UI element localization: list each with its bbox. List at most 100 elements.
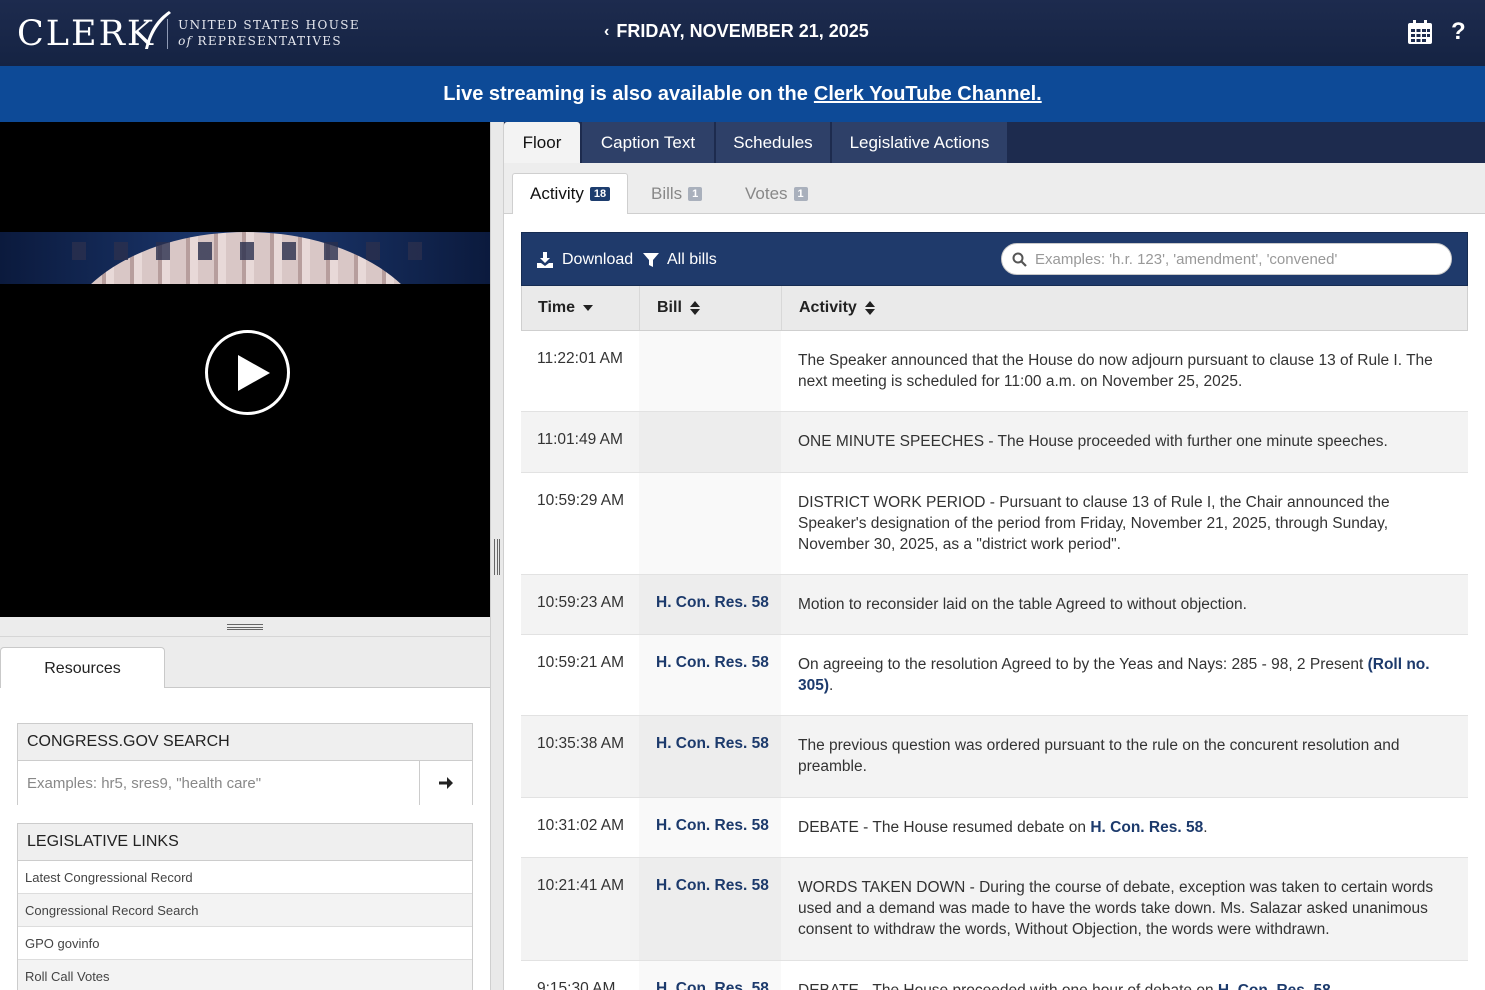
row-time: 11:22:01 AM bbox=[537, 350, 623, 367]
table-header: Time Bill Activity bbox=[521, 286, 1468, 331]
row-bill-link[interactable]: H. Con. Res. 58 bbox=[656, 735, 769, 753]
top-header: CLERK UNITED STATES HOUSE of REPRESENTAT… bbox=[0, 0, 1485, 66]
tab-legislative-actions[interactable]: Legislative Actions bbox=[832, 122, 1007, 163]
row-activity: On agreeing to the resolution Agreed to … bbox=[798, 635, 1468, 715]
calendar-icon[interactable] bbox=[1407, 19, 1433, 45]
sort-desc-icon bbox=[583, 305, 594, 311]
tab-resources[interactable]: Resources bbox=[0, 647, 165, 689]
row-time: 9:15:30 AM bbox=[537, 980, 616, 990]
logo-subtitle: UNITED STATES HOUSE of REPRESENTATIVES bbox=[178, 18, 360, 49]
link-roll-call-votes[interactable]: Roll Call Votes bbox=[18, 960, 472, 990]
subtab-bills-label: Bills bbox=[651, 183, 683, 203]
legislative-links-list: Latest Congressional Record Congressiona… bbox=[18, 861, 472, 990]
congress-search-input[interactable] bbox=[18, 761, 420, 805]
table-row[interactable]: 9:15:30 AM H. Con. Res. 58 DEBATE - The … bbox=[521, 961, 1468, 990]
tab-floor[interactable]: Floor bbox=[504, 122, 580, 163]
row-activity: Motion to reconsider laid on the table A… bbox=[798, 596, 1247, 613]
play-icon bbox=[238, 355, 270, 391]
bill-cell bbox=[639, 412, 781, 472]
clerk-logo[interactable]: CLERK UNITED STATES HOUSE of REPRESENTAT… bbox=[17, 11, 360, 56]
row-activity-text: DEBATE - The House proceeded with one ho… bbox=[798, 982, 1218, 990]
row-activity: The previous question was ordered pursua… bbox=[798, 737, 1400, 775]
arrow-right-icon bbox=[439, 777, 453, 789]
video-player[interactable] bbox=[0, 122, 490, 617]
table-row[interactable]: 10:59:23 AM H. Con. Res. 58 Motion to re… bbox=[521, 575, 1468, 635]
subtab-activity[interactable]: Activity 18 bbox=[512, 173, 629, 214]
row-bill-link[interactable]: H. Con. Res. 58 bbox=[656, 817, 769, 835]
table-row[interactable]: 10:59:29 AM DISTRICT WORK PERIOD - Pursu… bbox=[521, 473, 1468, 575]
row-time: 10:21:41 AM bbox=[537, 877, 625, 894]
table-row[interactable]: 10:59:21 AM H. Con. Res. 58 On agreeing … bbox=[521, 635, 1468, 716]
activity-count-badge: 18 bbox=[589, 187, 611, 201]
download-icon bbox=[537, 252, 553, 268]
play-button[interactable] bbox=[205, 330, 290, 415]
row-bill-link[interactable]: H. Con. Res. 58 bbox=[656, 877, 769, 895]
resources-tabbar: Resources bbox=[0, 637, 490, 689]
subtab-activity-label: Activity bbox=[530, 184, 584, 203]
bill-inline-link[interactable]: H. Con. Res. 58 bbox=[1218, 982, 1331, 990]
link-congressional-record-search[interactable]: Congressional Record Search bbox=[18, 894, 472, 927]
column-header-time[interactable]: Time bbox=[522, 286, 640, 330]
chevron-left-icon[interactable]: ‹ bbox=[604, 23, 609, 41]
row-time: 10:31:02 AM bbox=[537, 817, 625, 834]
logo-line-1: UNITED STATES HOUSE bbox=[178, 18, 361, 33]
row-time: 11:01:49 AM bbox=[537, 431, 623, 448]
date-navigator[interactable]: ‹ FRIDAY, NOVEMBER 21, 2025 bbox=[604, 21, 869, 42]
table-row[interactable]: 10:21:41 AM H. Con. Res. 58 WORDS TAKEN … bbox=[521, 858, 1468, 961]
row-bill-link[interactable]: H. Con. Res. 58 bbox=[656, 980, 769, 990]
logo-line-2: of REPRESENTATIVES bbox=[178, 34, 360, 50]
legislative-links-title: LEGISLATIVE LINKS bbox=[18, 824, 472, 861]
table-row[interactable]: 10:31:02 AM H. Con. Res. 58 DEBATE - The… bbox=[521, 798, 1468, 858]
subtab-bills[interactable]: Bills 1 bbox=[651, 173, 703, 214]
vertical-resize-handle[interactable] bbox=[490, 122, 504, 990]
capitol-dome-image bbox=[58, 232, 434, 284]
row-bill-link[interactable]: H. Con. Res. 58 bbox=[656, 594, 769, 612]
row-activity: ONE MINUTE SPEECHES - The House proceede… bbox=[798, 433, 1388, 450]
row-activity: DEBATE - The House proceeded with one ho… bbox=[798, 961, 1468, 990]
congress-search-go-button[interactable] bbox=[420, 761, 472, 805]
bill-cell bbox=[639, 858, 781, 960]
link-latest-congressional-record[interactable]: Latest Congressional Record bbox=[18, 861, 472, 894]
row-activity-suffix: . bbox=[829, 677, 834, 694]
link-gpo-govinfo[interactable]: GPO govinfo bbox=[18, 927, 472, 960]
activity-search-box[interactable] bbox=[1001, 243, 1452, 275]
column-header-bill[interactable]: Bill bbox=[640, 286, 782, 330]
banner-text: Live streaming is also available on the bbox=[443, 82, 808, 105]
subtab-votes[interactable]: Votes 1 bbox=[745, 173, 808, 214]
row-activity: DEBATE - The House resumed debate on H. … bbox=[798, 798, 1468, 857]
row-time: 10:59:21 AM bbox=[537, 654, 625, 671]
row-time: 10:59:23 AM bbox=[537, 594, 625, 611]
row-activity: The Speaker announced that the House do … bbox=[798, 352, 1433, 390]
horizontal-resize-handle[interactable] bbox=[0, 617, 490, 637]
row-activity: DISTRICT WORK PERIOD - Pursuant to claus… bbox=[798, 494, 1390, 553]
table-row[interactable]: 11:22:01 AM The Speaker announced that t… bbox=[521, 331, 1468, 412]
activity-search-input[interactable] bbox=[1035, 250, 1435, 268]
help-icon[interactable]: ? bbox=[1451, 18, 1466, 46]
download-button[interactable]: Download bbox=[536, 233, 633, 287]
row-bill-link[interactable]: H. Con. Res. 58 bbox=[656, 654, 769, 672]
bills-count-badge: 1 bbox=[688, 186, 703, 201]
logo-representatives: REPRESENTATIVES bbox=[197, 34, 342, 48]
table-row[interactable]: 11:01:49 AM ONE MINUTE SPEECHES - The Ho… bbox=[521, 412, 1468, 473]
congress-search-panel: CONGRESS.GOV SEARCH bbox=[17, 723, 473, 805]
table-toolbar: Download All bills bbox=[521, 232, 1468, 286]
column-header-activity[interactable]: Activity bbox=[782, 286, 1468, 330]
column-time-label: Time bbox=[538, 299, 576, 316]
bill-inline-link[interactable]: H. Con. Res. 58 bbox=[1090, 819, 1203, 836]
bill-filter-button[interactable]: All bills bbox=[643, 233, 717, 287]
row-activity-text: On agreeing to the resolution Agreed to … bbox=[798, 656, 1368, 673]
bill-cell bbox=[639, 635, 781, 715]
column-activity-label: Activity bbox=[799, 299, 857, 316]
row-time: 10:35:38 AM bbox=[537, 735, 625, 752]
table-row[interactable]: 10:35:38 AM H. Con. Res. 58 The previous… bbox=[521, 716, 1468, 798]
sort-icon bbox=[864, 301, 875, 315]
youtube-channel-link[interactable]: Clerk YouTube Channel. bbox=[814, 83, 1042, 106]
quill-icon bbox=[145, 11, 171, 49]
tab-schedules[interactable]: Schedules bbox=[716, 122, 830, 163]
bill-cell bbox=[639, 331, 781, 411]
table-body: 11:22:01 AM The Speaker announced that t… bbox=[521, 331, 1468, 990]
filter-icon bbox=[643, 253, 659, 267]
tab-caption-text[interactable]: Caption Text bbox=[582, 122, 714, 163]
column-bill-label: Bill bbox=[657, 299, 682, 316]
row-activity-text: DEBATE - The House resumed debate on bbox=[798, 819, 1091, 836]
